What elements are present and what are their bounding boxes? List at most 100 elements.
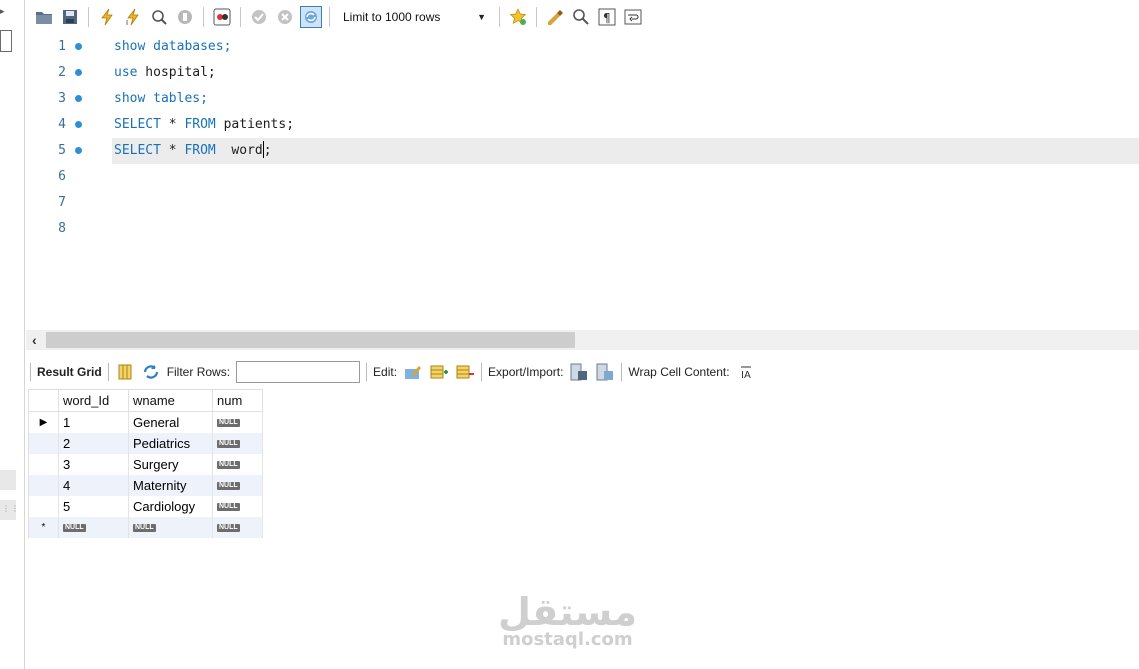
cell-num[interactable]: NULL	[212, 495, 263, 517]
execute-icon[interactable]	[96, 6, 118, 28]
save-icon[interactable]	[59, 6, 81, 28]
table-row[interactable]: 5 Cardiology NULL	[28, 495, 263, 517]
grid-layout-icon[interactable]	[115, 362, 135, 382]
table-row[interactable]: 4 Maternity NULL	[28, 474, 263, 496]
add-row-icon[interactable]	[429, 362, 449, 382]
cell-word-id[interactable]: NULL	[58, 516, 129, 538]
filter-rows-input[interactable]	[236, 361, 361, 383]
sql-editor-toolbar: I Limit to 1000 rows ▼ ¶	[33, 2, 1133, 32]
import-icon[interactable]	[595, 362, 615, 382]
statement-marker-icon	[75, 121, 82, 128]
commit-icon[interactable]	[248, 6, 270, 28]
editor-horizontal-scrollbar[interactable]: ‹	[26, 330, 1139, 350]
null-badge: NULL	[217, 502, 240, 511]
keyword: FROM	[184, 117, 216, 132]
autocommit-icon[interactable]	[300, 6, 322, 28]
scrollbar-thumb[interactable]	[46, 332, 575, 348]
cell-wname[interactable]: Pediatrics	[128, 432, 213, 454]
edit-row-icon[interactable]	[403, 362, 423, 382]
cell-word-id[interactable]: 4	[58, 474, 129, 496]
row-header[interactable]	[28, 474, 59, 496]
cell-num[interactable]: NULL	[212, 453, 263, 475]
line-number: 1	[58, 39, 66, 54]
bookmark-star-icon[interactable]	[507, 6, 529, 28]
invisible-chars-icon[interactable]: ¶	[596, 6, 618, 28]
wrap-icon[interactable]	[622, 6, 644, 28]
row-header[interactable]	[28, 495, 59, 517]
cell-wname[interactable]: Cardiology	[128, 495, 213, 517]
toolbar-separator	[240, 7, 241, 27]
cell-num[interactable]: NULL	[212, 411, 263, 433]
editor-line: 8	[26, 216, 1139, 242]
toolbar-separator	[30, 363, 31, 381]
null-badge: NULL	[217, 460, 240, 469]
code-text: show databases;	[112, 34, 1139, 60]
column-header-num[interactable]: num	[212, 389, 263, 412]
result-grid-tab[interactable]: Result Grid	[37, 365, 102, 379]
execute-current-icon[interactable]: I	[122, 6, 144, 28]
cell-wname[interactable]: General	[128, 411, 213, 433]
toggle-output-icon[interactable]	[211, 6, 233, 28]
wrap-text-icon[interactable]: IA	[736, 362, 756, 382]
result-grid: word_Id wname num ▶ 1 General NULL 2 Ped…	[28, 389, 263, 538]
watermark-logo: مستقل mostaql.com	[498, 590, 637, 650]
expand-arrow-icon[interactable]: ▸	[0, 6, 5, 17]
toolbar-separator	[88, 7, 89, 27]
null-badge: NULL	[217, 523, 240, 532]
cell-num[interactable]: NULL	[212, 474, 263, 496]
cell-word-id[interactable]: 1	[58, 411, 129, 433]
explain-icon[interactable]	[148, 6, 170, 28]
cell-wname[interactable]: Surgery	[128, 453, 213, 475]
table-row[interactable]: 3 Surgery NULL	[28, 453, 263, 475]
table-row[interactable]: ▶ 1 General NULL	[28, 411, 263, 433]
rollback-icon[interactable]	[274, 6, 296, 28]
toolbar-separator	[536, 7, 537, 27]
cell-word-id[interactable]: 2	[58, 432, 129, 454]
cell-word-id[interactable]: 5	[58, 495, 129, 517]
stop-icon[interactable]	[174, 6, 196, 28]
collapsed-panel-box[interactable]	[0, 30, 12, 52]
filter-rows-label: Filter Rows:	[166, 365, 231, 379]
code-text: SELECT * FROM patients;	[112, 112, 1139, 138]
export-import-label: Export/Import:	[488, 365, 564, 379]
cell-word-id[interactable]: 3	[58, 453, 129, 475]
semicolon: ;	[263, 143, 272, 158]
editor-line: 4 SELECT * FROM patients;	[26, 112, 1139, 138]
current-row-pointer-icon[interactable]: ▶	[28, 411, 59, 433]
limit-rows-select[interactable]: Limit to 1000 rows ▼	[337, 6, 492, 28]
refresh-icon[interactable]	[141, 362, 161, 382]
delete-row-icon[interactable]	[455, 362, 475, 382]
sql-editor[interactable]: 1 show databases; 2 use hospital; 3 show…	[26, 34, 1139, 329]
row-header[interactable]	[28, 453, 59, 475]
row-header[interactable]	[28, 432, 59, 454]
toolbar-separator	[107, 363, 109, 381]
line-number: 6	[58, 169, 66, 184]
toolbar-separator	[481, 363, 483, 381]
beautify-icon[interactable]	[544, 6, 566, 28]
column-header-word-id[interactable]: word_Id	[58, 389, 129, 412]
operator: *	[160, 117, 185, 132]
column-header-wname[interactable]: wname	[128, 389, 213, 412]
cell-wname[interactable]: Maternity	[128, 474, 213, 496]
cell-wname[interactable]: NULL	[128, 516, 213, 538]
null-badge: NULL	[217, 439, 240, 448]
svg-text:¶: ¶	[603, 11, 611, 25]
cell-num[interactable]: NULL	[212, 516, 263, 538]
editor-line: 1 show databases;	[26, 34, 1139, 60]
left-panel-strip: ▸ ⋮⋮	[0, 0, 25, 669]
find-icon[interactable]	[570, 6, 592, 28]
open-folder-icon[interactable]	[33, 6, 55, 28]
limit-rows-label: Limit to 1000 rows	[343, 10, 441, 24]
editor-line: 6	[26, 164, 1139, 190]
editor-line: 7	[26, 190, 1139, 216]
new-row-marker[interactable]: *	[28, 516, 59, 538]
table-row[interactable]: 2 Pediatrics NULL	[28, 432, 263, 454]
resize-grip-icon[interactable]: ⋮⋮	[2, 504, 20, 513]
new-row[interactable]: * NULL NULL NULL	[28, 516, 263, 538]
cell-num[interactable]: NULL	[212, 432, 263, 454]
watermark-arabic: مستقل	[498, 590, 637, 634]
line-number: 5	[58, 143, 66, 158]
chevron-down-icon: ▼	[477, 12, 486, 22]
export-icon[interactable]	[569, 362, 589, 382]
scroll-left-icon[interactable]: ‹	[32, 332, 37, 348]
